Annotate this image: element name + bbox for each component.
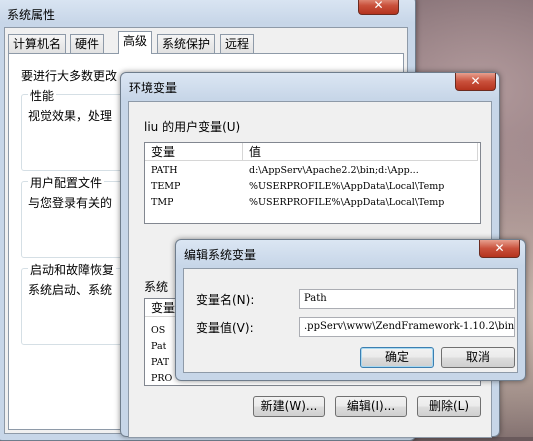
var-name: PAT bbox=[151, 357, 170, 368]
system-vars-label: 系统 bbox=[144, 280, 169, 294]
startup-recovery-heading: 启动和故障恢复 bbox=[28, 261, 117, 278]
new-button[interactable]: 新建(W)... bbox=[253, 396, 325, 417]
delete-button[interactable]: 删除(L) bbox=[417, 396, 481, 417]
user-profiles-heading: 用户配置文件 bbox=[28, 174, 105, 191]
variable-name-field[interactable]: Path bbox=[299, 289, 515, 309]
tab-remote[interactable]: 远程 bbox=[220, 34, 255, 53]
table-row[interactable]: TEMP %USERPROFILE%\AppData\Local\Temp bbox=[145, 179, 480, 194]
var-name: OS bbox=[151, 325, 166, 336]
var-value: %USERPROFILE%\AppData\Local\Temp bbox=[249, 181, 445, 192]
close-icon[interactable]: ✕ bbox=[479, 240, 520, 258]
cancel-button[interactable]: 取消 bbox=[441, 347, 515, 368]
var-name: TEMP bbox=[151, 181, 181, 192]
intro-text: 要进行大多数更改 bbox=[21, 69, 118, 83]
column-header-value[interactable]: 值 bbox=[243, 143, 478, 161]
edit-button[interactable]: 编辑(I)... bbox=[335, 396, 407, 417]
performance-text: 视觉效果，处理 bbox=[28, 109, 113, 123]
var-name: PRO bbox=[151, 373, 173, 384]
performance-heading: 性能 bbox=[28, 87, 57, 104]
window-title: 环境变量 bbox=[129, 81, 178, 95]
close-icon[interactable]: ✕ bbox=[358, 0, 399, 15]
table-row[interactable]: TMP %USERPROFILE%\AppData\Local\Temp bbox=[145, 195, 480, 210]
var-value: %USERPROFILE%\AppData\Local\Temp bbox=[249, 197, 445, 208]
tab-hardware[interactable]: 硬件 bbox=[70, 34, 105, 53]
startup-recovery-text: 系统启动、系统 bbox=[28, 283, 113, 297]
user-vars-label: liu 的用户变量(U) bbox=[144, 120, 241, 134]
edit-system-variable-dialog: 编辑系统变量 ✕ 变量名(N): Path 变量值(V): .ppServ\ww… bbox=[175, 239, 526, 381]
tab-computer-name[interactable]: 计算机名 bbox=[8, 34, 67, 53]
tab-system-protection[interactable]: 系统保护 bbox=[157, 34, 216, 53]
column-header-name[interactable]: 变量 bbox=[145, 143, 243, 161]
edit-dialog-client: 变量名(N): Path 变量值(V): .ppServ\www\ZendFra… bbox=[183, 268, 518, 373]
var-name: Pat bbox=[151, 341, 167, 352]
user-vars-list[interactable]: 变量 值 PATH d:\AppServ\Apache2.2\bin;d:\Ap… bbox=[144, 142, 481, 224]
window-title: 系统属性 bbox=[7, 8, 56, 22]
var-value: d:\AppServ\Apache2.2\bin;d:\App... bbox=[249, 165, 419, 176]
ok-button[interactable]: 确定 bbox=[360, 347, 434, 368]
variable-name-label: 变量名(N): bbox=[196, 293, 255, 307]
var-name: TMP bbox=[151, 197, 174, 208]
var-name: PATH bbox=[151, 165, 178, 176]
variable-value-label: 变量值(V): bbox=[196, 321, 254, 335]
variable-value-field[interactable]: .ppServ\www\ZendFramework-1.10.2\bin bbox=[299, 317, 515, 337]
user-profiles-text: 与您登录有关的 bbox=[28, 196, 113, 210]
table-row[interactable]: PATH d:\AppServ\Apache2.2\bin;d:\App... bbox=[145, 163, 480, 178]
close-icon[interactable]: ✕ bbox=[455, 73, 496, 91]
tab-advanced[interactable]: 高级 bbox=[118, 31, 153, 54]
window-title: 编辑系统变量 bbox=[184, 248, 257, 262]
